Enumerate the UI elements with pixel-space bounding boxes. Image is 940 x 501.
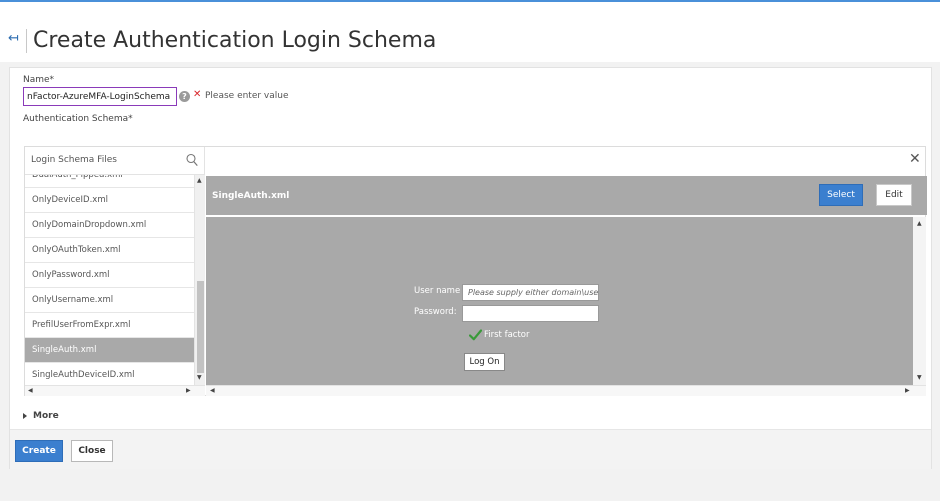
close-button[interactable]: Close: [71, 440, 113, 462]
scroll-down-icon[interactable]: ▼: [917, 375, 922, 381]
select-button[interactable]: Select: [819, 184, 863, 206]
scroll-up-icon[interactable]: ▲: [197, 178, 202, 184]
scroll-left-icon[interactable]: ◀: [210, 388, 215, 394]
scroll-down-icon[interactable]: ▼: [197, 375, 202, 381]
page-title: Create Authentication Login Schema: [33, 28, 437, 53]
schema-preview: User name Please supply either domain\us…: [206, 217, 913, 385]
file-item[interactable]: OnlyOAuthToken.xml: [25, 238, 194, 263]
file-list-scrollbar[interactable]: ▲ ▼: [194, 175, 205, 385]
scroll-left-icon[interactable]: ◀: [28, 388, 33, 394]
file-item[interactable]: SingleAuthDeviceID.xml: [25, 363, 194, 385]
scroll-up-icon[interactable]: ▲: [917, 221, 922, 227]
preview-hscrollbar[interactable]: ◀ ▶: [206, 385, 926, 396]
edit-button[interactable]: Edit: [876, 184, 912, 206]
file-list-hscrollbar[interactable]: ◀ ▶: [25, 385, 205, 396]
checkmark-icon: [469, 329, 482, 341]
error-icon: ✕: [193, 89, 202, 100]
close-icon[interactable]: ✕: [909, 151, 921, 167]
page-header: ↤ Create Authentication Login Schema: [0, 2, 940, 62]
caret-right-icon[interactable]: [23, 413, 27, 419]
factor-label: First factor: [484, 330, 530, 340]
scroll-right-icon[interactable]: ▶: [905, 388, 910, 394]
create-button[interactable]: Create: [15, 440, 63, 462]
preview-title: SingleAuth.xml: [212, 191, 290, 201]
logon-button[interactable]: Log On: [464, 353, 505, 371]
search-icon[interactable]: [186, 153, 198, 167]
file-item[interactable]: PrefilUserFromExpr.xml: [25, 313, 194, 338]
schema-label: Authentication Schema*: [23, 114, 133, 124]
password-input[interactable]: [462, 305, 599, 322]
scroll-right-icon[interactable]: ▶: [186, 388, 191, 394]
error-message: Please enter value: [205, 91, 289, 101]
file-item[interactable]: OnlyUsername.xml: [25, 288, 194, 313]
file-list-header: Login Schema Files: [25, 147, 205, 175]
form-footer: Create Close: [10, 430, 931, 469]
name-label: Name*: [23, 75, 55, 85]
preview-scrollbar[interactable]: ▲ ▼: [913, 217, 926, 385]
help-icon[interactable]: ?: [179, 91, 190, 102]
header-separator: [26, 29, 27, 53]
file-item[interactable]: OnlyPassword.xml: [25, 263, 194, 288]
username-input[interactable]: Please supply either domain\use...: [462, 284, 599, 301]
password-label: Password:: [414, 307, 457, 317]
file-list: DualAuth_Pipped.xml OnlyDeviceID.xml Onl…: [25, 175, 194, 385]
preview-header: SingleAuth.xml Select Edit: [206, 176, 927, 215]
file-item[interactable]: DualAuth_Pipped.xml: [25, 175, 194, 188]
scrollbar-thumb[interactable]: [197, 281, 204, 373]
file-list-title: Login Schema Files: [31, 155, 117, 165]
name-input[interactable]: [23, 87, 177, 106]
back-arrow-icon[interactable]: ↤: [8, 32, 19, 46]
username-label: User name: [414, 286, 461, 296]
more-toggle[interactable]: More: [33, 411, 59, 421]
create-schema-form: Name* ? ✕ Please enter value Authenticat…: [9, 67, 932, 469]
file-item[interactable]: OnlyDeviceID.xml: [25, 188, 194, 213]
schema-file-browser: Login Schema Files ✕ DualAuth_Pipped.xml…: [24, 146, 927, 396]
file-item-selected[interactable]: SingleAuth.xml: [25, 338, 194, 363]
file-item[interactable]: OnlyDomainDropdown.xml: [25, 213, 194, 238]
